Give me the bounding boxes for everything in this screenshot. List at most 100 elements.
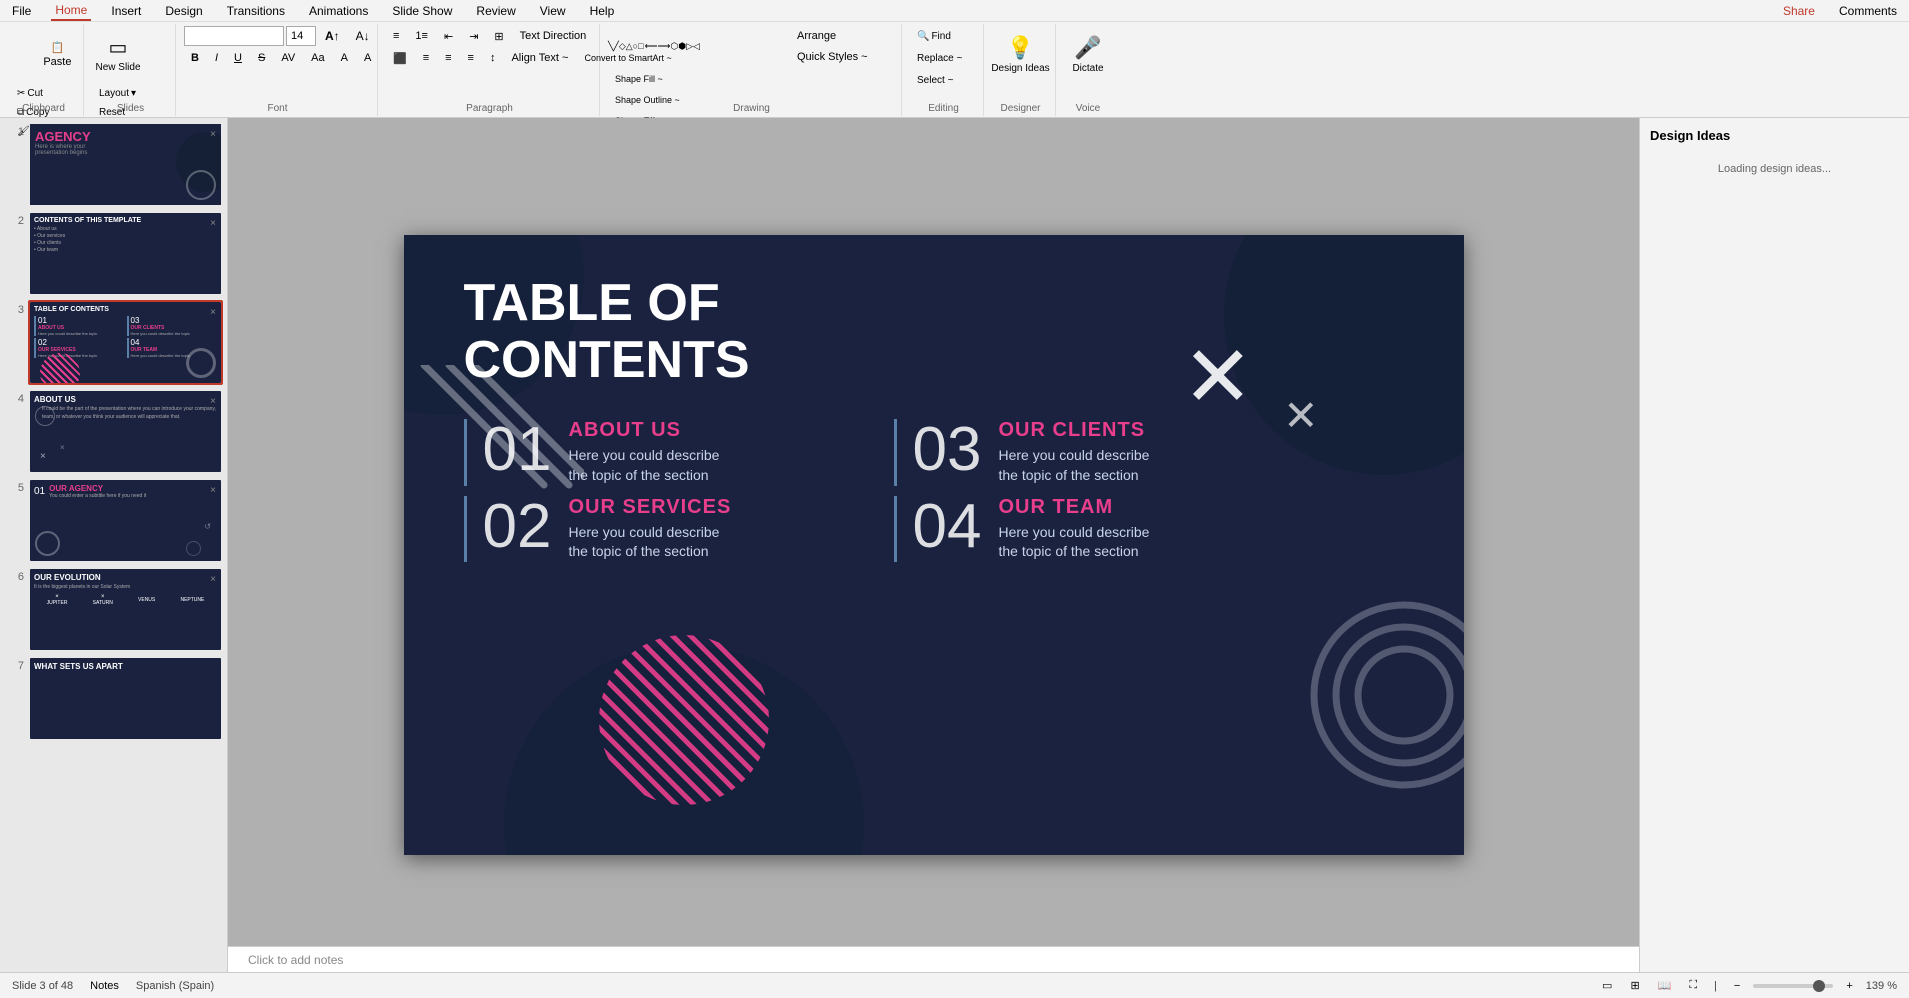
slide-thumb-6[interactable]: 6 OUR EVOLUTION It is the biggest planet…	[4, 567, 223, 652]
slide-img-1[interactable]: AGENCY Here is where your presentation b…	[28, 122, 223, 207]
presenter-view-button[interactable]: ⛶	[1684, 977, 1702, 994]
columns-button[interactable]: ⊞	[487, 26, 510, 46]
toc-num-4: 04	[913, 496, 983, 558]
slide-img-4[interactable]: ABOUT US It could be the part of the pre…	[28, 389, 223, 474]
toc-desc-3: Here you could describe the topic of the…	[999, 446, 1150, 485]
menu-file[interactable]: File	[8, 2, 35, 20]
line-spacing-button[interactable]: ↕	[483, 48, 503, 68]
char-spacing-button[interactable]: AV	[274, 48, 302, 68]
clipboard-label: Clipboard	[22, 103, 65, 114]
align-text-button[interactable]: Align Text ~	[504, 48, 575, 68]
shape-outline-button[interactable]: Shape Outline ~	[608, 90, 687, 110]
status-left: Slide 3 of 48 Notes Spanish (Spain)	[12, 978, 214, 994]
new-slide-button[interactable]: ▭ New Slide	[92, 26, 144, 82]
toc-section-title-4: OUR TEAM	[999, 496, 1150, 519]
design-ideas-button[interactable]: 💡 Design Ideas	[995, 26, 1047, 82]
voice-group: 🎤 Dictate Voice	[1058, 24, 1118, 116]
layout-button[interactable]: Layout ▾	[92, 84, 146, 102]
slide-panel[interactable]: 1 AGENCY Here is where your presentation…	[0, 118, 228, 972]
shape-fill-button[interactable]: Shape Fill ~	[608, 69, 687, 89]
notes-bar[interactable]: Click to add notes	[228, 946, 1639, 972]
editing-label: Editing	[928, 103, 959, 114]
strikethrough-button[interactable]: S	[251, 48, 272, 68]
reading-view-button[interactable]: 📖	[1653, 977, 1677, 994]
indent-right-button[interactable]: ⇥	[462, 26, 485, 46]
indent-left-button[interactable]: ⇤	[437, 26, 460, 46]
language-indicator: Spanish (Spain)	[136, 980, 214, 992]
slide-thumb-2[interactable]: 2 CONTENTS OF THIS TEMPLATE • About us •…	[4, 211, 223, 296]
font-grow-button[interactable]: A↑	[318, 26, 347, 46]
select-button[interactable]: Select ~	[910, 70, 969, 90]
slide-img-5[interactable]: 01 OUR AGENCY You could enter a subtitle…	[28, 478, 223, 563]
menu-review[interactable]: Review	[472, 2, 519, 20]
highlight-button[interactable]: A	[357, 48, 378, 68]
normal-view-button[interactable]: ▭	[1597, 977, 1617, 994]
zoom-in-button[interactable]: +	[1841, 978, 1857, 994]
slide-close-3[interactable]: ×	[210, 307, 216, 318]
bullets-button[interactable]: ≡	[386, 26, 406, 46]
paste-button[interactable]: 📋 Paste	[31, 26, 83, 82]
slide-count: Slide 3 of 48	[12, 980, 73, 992]
italic-button[interactable]: I	[208, 48, 225, 68]
slide-close-1[interactable]: ×	[210, 129, 216, 140]
menu-transitions[interactable]: Transitions	[223, 2, 289, 20]
menu-animations[interactable]: Animations	[305, 2, 372, 20]
main-area: 1 AGENCY Here is where your presentation…	[0, 118, 1909, 972]
main-slide[interactable]: ✕ ✕ TABLE OF CONTENTS	[404, 235, 1464, 855]
slide-img-2[interactable]: CONTENTS OF THIS TEMPLATE • About us • O…	[28, 211, 223, 296]
comments-button[interactable]: Comments	[1835, 2, 1901, 20]
slide-close-6[interactable]: ×	[210, 574, 216, 585]
zoom-out-button[interactable]: −	[1729, 978, 1745, 994]
dictate-button[interactable]: 🎤 Dictate	[1062, 26, 1114, 82]
canvas-area[interactable]: ✕ ✕ TABLE OF CONTENTS	[228, 118, 1639, 972]
drawing-group: ╲╱◇△○□ ⟵⟶⬡⬢▷◁ Arrange Quick Styles ~ Sha…	[602, 24, 902, 116]
bold-button[interactable]: B	[184, 48, 206, 68]
arrange-button[interactable]: Arrange	[790, 26, 875, 46]
align-left-button[interactable]: ⬛	[386, 48, 414, 68]
align-center-button[interactable]: ≡	[416, 48, 436, 68]
slide-sorter-button[interactable]: ⊞	[1625, 977, 1644, 994]
menu-design[interactable]: Design	[161, 2, 206, 20]
toc-text-4: OUR TEAM Here you could describe the top…	[999, 496, 1150, 562]
clipboard-group: 📋 Paste ✂ Cut ⧉ Copy 🖌 Format Painter Cl…	[4, 24, 84, 116]
toc-item-2: 02 OUR SERVICES Here you could describe …	[464, 496, 834, 562]
zoom-slider[interactable]	[1753, 984, 1833, 988]
slide-thumb-1[interactable]: 1 AGENCY Here is where your presentation…	[4, 122, 223, 207]
notes-button[interactable]: Notes	[85, 978, 124, 994]
justify-button[interactable]: ≡	[461, 48, 481, 68]
menu-slideshow[interactable]: Slide Show	[388, 2, 456, 20]
slide-thumb-4[interactable]: 4 ABOUT US It could be the part of the p…	[4, 389, 223, 474]
toc-item-1: 01 ABOUT US Here you could describe the …	[464, 419, 834, 485]
quick-styles-button[interactable]: Quick Styles ~	[790, 47, 875, 67]
align-right-button[interactable]: ≡	[438, 48, 458, 68]
toc-desc-4: Here you could describe the topic of the…	[999, 523, 1150, 562]
slide-close-2[interactable]: ×	[210, 218, 216, 229]
share-button[interactable]: Share	[1779, 2, 1819, 20]
find-button[interactable]: 🔍 Find	[910, 26, 969, 46]
font-shrink-button[interactable]: A↓	[349, 26, 377, 46]
slide-img-7[interactable]: WHAT SETS US APART	[28, 656, 223, 741]
menu-help[interactable]: Help	[586, 2, 619, 20]
font-color-button[interactable]: A	[334, 48, 355, 68]
menu-home[interactable]: Home	[51, 1, 91, 21]
menu-view[interactable]: View	[536, 2, 570, 20]
font-size-input[interactable]	[286, 26, 316, 46]
slide-thumb-3[interactable]: 3 TABLE OF CONTENTS 01 ABOUT US Here you…	[4, 300, 223, 385]
change-case-button[interactable]: Aa	[304, 48, 331, 68]
slide-thumb-7[interactable]: 7 WHAT SETS US APART	[4, 656, 223, 741]
underline-button[interactable]: U	[227, 48, 249, 68]
slide-close-4[interactable]: ×	[210, 396, 216, 407]
numbering-button[interactable]: 1≡	[408, 26, 435, 46]
replace-button[interactable]: Replace ~	[910, 48, 969, 68]
menu-insert[interactable]: Insert	[107, 2, 145, 20]
drawing-label: Drawing	[733, 103, 770, 114]
text-direction-button[interactable]: Text Direction	[513, 26, 594, 46]
notes-placeholder[interactable]: Click to add notes	[248, 953, 343, 967]
slide-img-3[interactable]: TABLE OF CONTENTS 01 ABOUT US Here you c…	[28, 300, 223, 385]
slide-num-3: 3	[4, 300, 24, 385]
new-slide-icon: ▭	[109, 35, 128, 60]
slide-close-5[interactable]: ×	[210, 485, 216, 496]
slide-img-6[interactable]: OUR EVOLUTION It is the biggest planets …	[28, 567, 223, 652]
font-family-input[interactable]	[184, 26, 284, 46]
slide-thumb-5[interactable]: 5 01 OUR AGENCY You could enter a subtit…	[4, 478, 223, 563]
